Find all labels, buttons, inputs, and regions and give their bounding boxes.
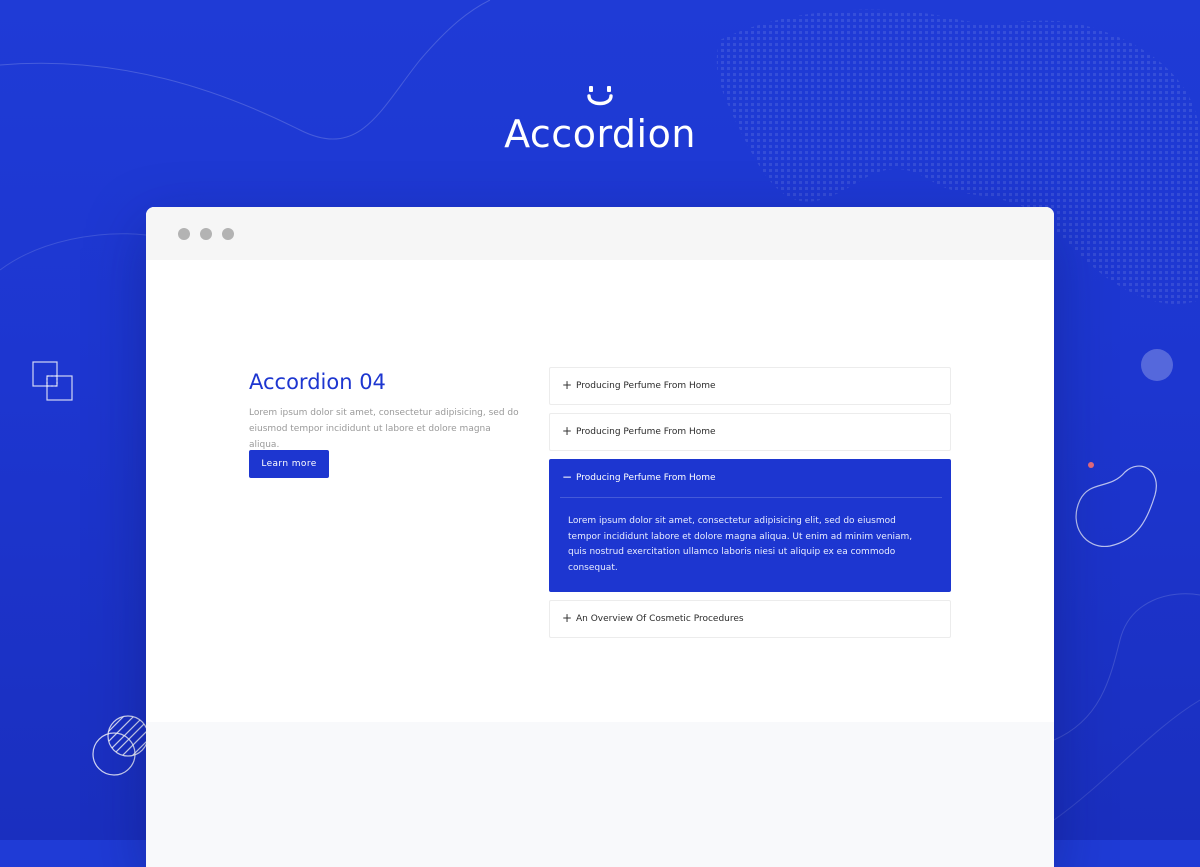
accordion-item[interactable]: + Producing Perfume From Home bbox=[549, 367, 951, 405]
accordion-body: Lorem ipsum dolor sit amet, consectetur … bbox=[568, 516, 913, 573]
blob-decoration bbox=[1075, 465, 1157, 547]
browser-content: Accordion 04 Lorem ipsum dolor sit amet,… bbox=[146, 260, 1054, 722]
circle-decoration bbox=[1141, 349, 1173, 381]
window-dot bbox=[200, 228, 212, 240]
accordion-title: Producing Perfume From Home bbox=[576, 427, 716, 437]
hero-title: Accordion bbox=[504, 112, 696, 156]
squares-decoration bbox=[32, 361, 73, 401]
smile-logo-icon bbox=[587, 86, 613, 106]
accordion-header[interactable]: + An Overview Of Cosmetic Procedures bbox=[550, 601, 950, 637]
accordion-title: Producing Perfume From Home bbox=[576, 473, 716, 483]
plus-icon: + bbox=[562, 611, 573, 625]
accordion-divider bbox=[560, 497, 942, 498]
section-title: Accordion 04 bbox=[249, 370, 386, 394]
pink-dot-decoration bbox=[1088, 462, 1094, 468]
browser-window: Accordion 04 Lorem ipsum dolor sit amet,… bbox=[146, 207, 1054, 867]
browser-title-bar bbox=[146, 207, 1054, 260]
plus-icon: + bbox=[562, 424, 573, 438]
accordion-item[interactable]: + An Overview Of Cosmetic Procedures bbox=[549, 600, 951, 638]
accordion-item[interactable]: + Producing Perfume From Home bbox=[549, 413, 951, 451]
window-dot bbox=[222, 228, 234, 240]
browser-lower-area bbox=[146, 722, 1054, 867]
section-description: Lorem ipsum dolor sit amet, consectetur … bbox=[249, 408, 519, 450]
accordion-header[interactable]: − Producing Perfume From Home bbox=[550, 460, 950, 496]
accordion-header[interactable]: + Producing Perfume From Home bbox=[550, 414, 950, 450]
accordion-title: Producing Perfume From Home bbox=[576, 381, 716, 391]
accordion-item-expanded[interactable]: − Producing Perfume From Home Lorem ipsu… bbox=[549, 459, 951, 592]
accordion-header[interactable]: + Producing Perfume From Home bbox=[550, 368, 950, 404]
minus-icon: − bbox=[562, 470, 573, 484]
window-dot bbox=[178, 228, 190, 240]
accordion-title: An Overview Of Cosmetic Procedures bbox=[576, 614, 744, 624]
learn-more-button[interactable]: Learn more bbox=[249, 450, 329, 478]
plus-icon: + bbox=[562, 378, 573, 392]
